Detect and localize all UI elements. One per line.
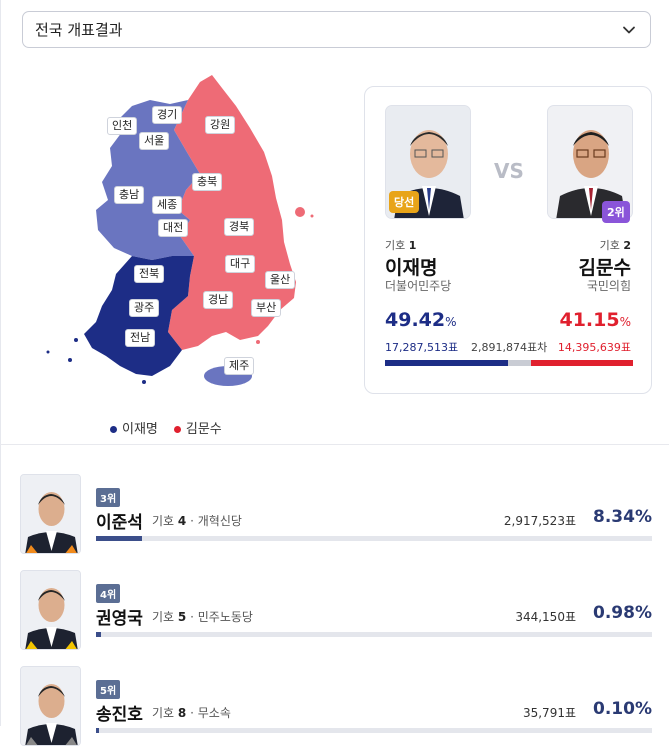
main-race-card[interactable]: 당선 VS 2위 기호 1 기호 2 이재명 김문수 더불어민주당 국민의힘 4… xyxy=(364,86,652,394)
vs-label: VS xyxy=(494,159,524,183)
section-divider xyxy=(0,444,669,445)
map-label-busan: 부산 xyxy=(251,299,282,317)
map-label-daejeon: 대전 xyxy=(158,219,189,237)
vote-share-bar-lee xyxy=(385,360,508,366)
chevron-down-icon xyxy=(623,26,635,33)
map-label-jeonnam: 전남 xyxy=(125,329,156,347)
votes-kim: 14,395,639표 xyxy=(557,341,631,354)
map-label-gyeonggi: 경기 xyxy=(152,106,183,124)
rank-badge: 5위 xyxy=(96,680,121,699)
rank-badge-kim: 2위 xyxy=(602,201,630,223)
candidate-name: 이준석 xyxy=(96,513,143,533)
ballot-number-lee: 기호 1 xyxy=(385,239,417,252)
candidate-info: 기호 4 · 개혁신당 xyxy=(152,514,242,528)
vote-share-kim: 41.15% xyxy=(559,309,631,331)
candidate-votes: 35,791표 xyxy=(522,706,576,720)
candidate-name: 송진호 xyxy=(96,705,143,725)
rank-badge: 4위 xyxy=(96,584,121,603)
map-region-ulleung xyxy=(295,207,305,217)
candidate-info: 기호 8 · 무소속 xyxy=(152,706,231,720)
map-label-gyeongnam: 경남 xyxy=(203,291,234,309)
ballot-number-kim: 기호 2 xyxy=(599,239,631,252)
candidate-share-bar xyxy=(96,728,652,733)
vote-share-lee: 49.42% xyxy=(385,309,457,331)
party-kim: 국민의힘 xyxy=(586,279,631,293)
candidate-row[interactable]: 5위송진호 기호 8 · 무소속 35,791표 0.10% xyxy=(20,666,652,750)
map-label-jeju: 제주 xyxy=(224,357,255,375)
vote-share-bar-other xyxy=(507,360,531,366)
region-select[interactable]: 전국 개표결과 xyxy=(22,11,651,48)
candidate-share-bar xyxy=(96,632,652,637)
party-lee: 더불어민주당 xyxy=(385,279,452,293)
legend-item-kim: 김문수 xyxy=(173,418,222,437)
page-border xyxy=(0,0,1,726)
legend-item-lee: 이재명 xyxy=(110,418,158,437)
vote-gap: 2,891,874표차 xyxy=(471,341,548,354)
candidate-photo xyxy=(20,666,81,746)
candidate-row[interactable]: 4위권영국 기호 5 · 민주노동당 344,150표 0.98% xyxy=(20,570,652,654)
candidate-vote-share: 0.10% xyxy=(593,699,652,719)
candidate-row[interactable]: 3위이준석 기호 4 · 개혁신당 2,917,523표 8.34% xyxy=(20,474,652,558)
map-label-jeonbuk: 전북 xyxy=(134,265,165,283)
candidate-name-kim: 김문수 xyxy=(578,257,631,279)
candidate-name: 권영국 xyxy=(96,609,143,629)
map-label-incheon: 인천 xyxy=(107,117,138,135)
candidate-share-bar xyxy=(96,536,652,541)
region-select-label: 전국 개표결과 xyxy=(35,21,123,39)
candidate-votes: 2,917,523표 xyxy=(503,514,576,528)
candidate-share-bar-fill xyxy=(96,536,143,541)
korea-map: 인천 경기 서울 강원 충남 충북 세종 대전 경북 전북 대구 울산 광주 경… xyxy=(40,70,340,400)
vote-share-bar xyxy=(385,360,633,366)
candidate-share-bar-fill xyxy=(96,632,102,637)
map-label-daegu: 대구 xyxy=(225,255,256,273)
candidate-votes: 344,150표 xyxy=(515,610,576,624)
map-label-chungbuk: 충북 xyxy=(192,173,223,191)
candidate-vote-share: 0.98% xyxy=(593,603,652,623)
candidate-name-lee: 이재명 xyxy=(385,257,438,279)
candidate-photo xyxy=(20,570,81,650)
rank-badge: 3위 xyxy=(96,488,121,507)
map-label-ulsan: 울산 xyxy=(265,271,296,289)
map-label-chungnam: 충남 xyxy=(114,186,145,204)
map-label-gyeongbuk: 경북 xyxy=(224,218,255,236)
candidate-info: 기호 5 · 민주노동당 xyxy=(152,610,253,624)
candidate-vote-share: 8.34% xyxy=(593,507,652,527)
map-label-gwangju: 광주 xyxy=(129,299,160,317)
candidate-photo xyxy=(20,474,81,554)
map-legend: 이재명 김문수 xyxy=(110,418,222,437)
winner-badge: 당선 xyxy=(389,191,420,213)
map-label-seoul: 서울 xyxy=(139,132,170,150)
votes-lee: 17,287,513표 xyxy=(385,341,459,354)
map-label-sejong: 세종 xyxy=(152,196,183,214)
vote-share-bar-kim xyxy=(530,360,633,366)
candidate-share-bar-fill xyxy=(96,728,100,733)
map-label-gangwon: 강원 xyxy=(205,116,236,134)
